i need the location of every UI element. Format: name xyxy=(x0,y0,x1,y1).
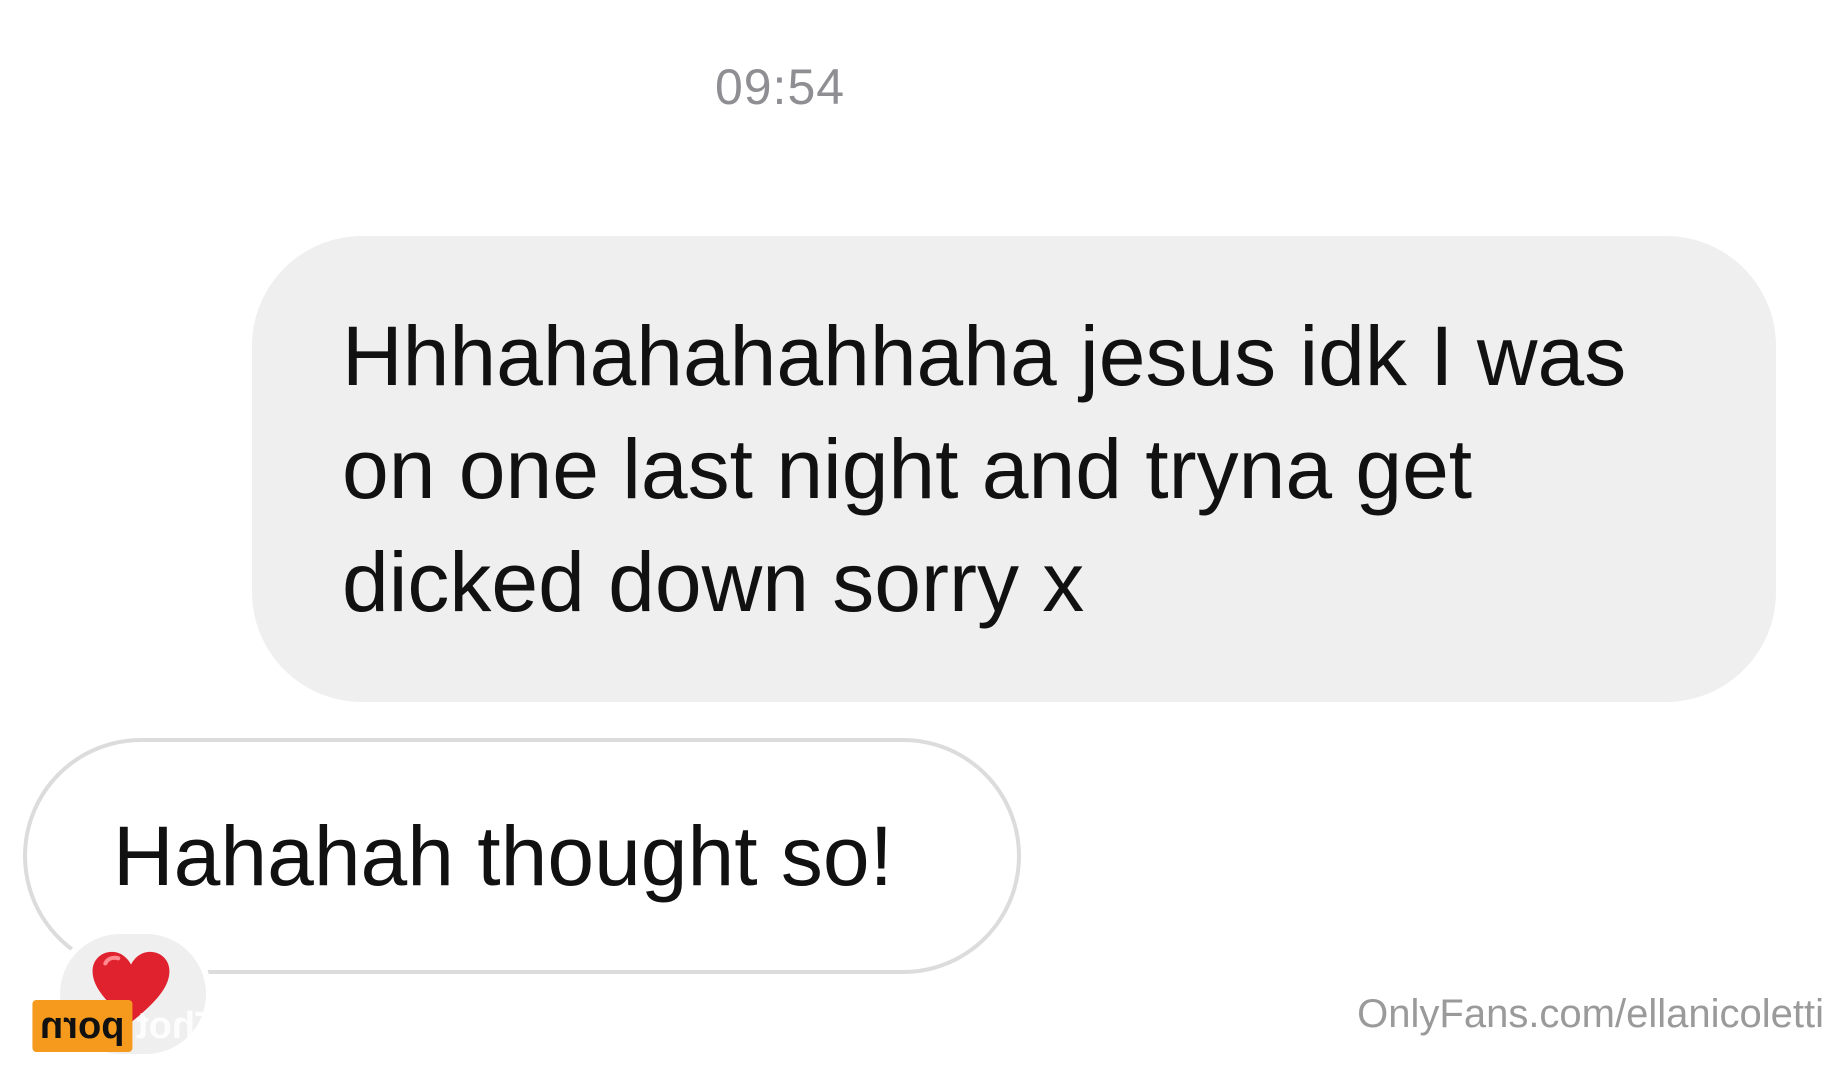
watermark-logo-word: Thot xyxy=(136,1004,219,1047)
watermark-logo: porn Thot xyxy=(32,1000,219,1052)
watermark-credit: OnlyFans.com/ellanicoletti xyxy=(1357,992,1824,1036)
sent-message-text: Hahahah thought so! xyxy=(113,808,893,903)
watermark-logo-badge: porn xyxy=(32,1000,133,1052)
received-message-bubble[interactable]: Hhhahahahahhaha jesus idk I was on one l… xyxy=(252,236,1776,702)
received-message-text: Hhhahahahahhaha jesus idk I was on one l… xyxy=(342,309,1627,629)
message-timestamp: 09:54 xyxy=(714,59,846,115)
